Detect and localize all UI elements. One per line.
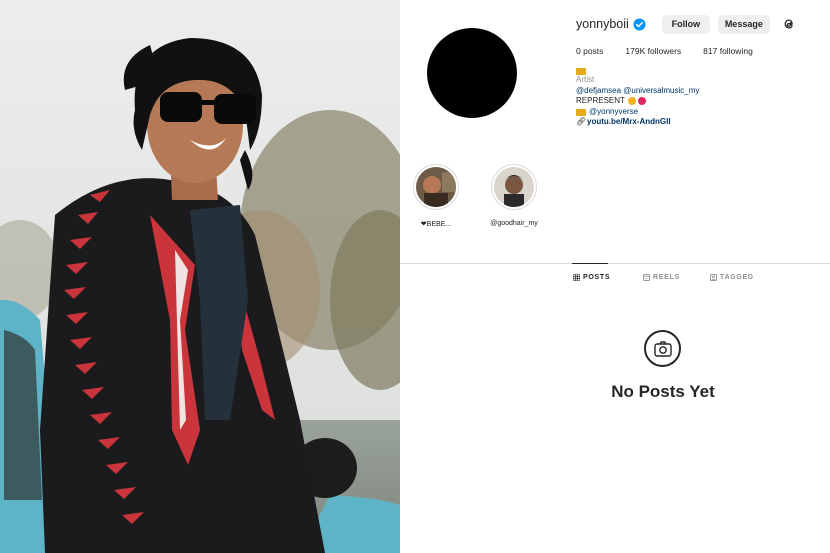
tab-posts[interactable]: POSTS bbox=[573, 274, 610, 281]
followers-count[interactable]: 179K followers bbox=[625, 46, 681, 56]
verified-badge-icon bbox=[633, 17, 646, 31]
empty-state-camera bbox=[644, 330, 681, 367]
story-highlight[interactable]: ❤BEBE... bbox=[413, 164, 459, 228]
highlight-label: ❤BEBE... bbox=[420, 221, 452, 228]
profile-header-row: yonnyboii Follow Message bbox=[576, 14, 796, 34]
tab-reels-label: REELS bbox=[653, 274, 680, 281]
highlight-label: @goodhair_my bbox=[490, 220, 538, 227]
highlight-cover[interactable] bbox=[491, 164, 537, 210]
tagged-icon bbox=[710, 274, 717, 281]
profile-photo bbox=[0, 0, 400, 553]
grid-icon bbox=[573, 274, 580, 281]
message-button[interactable]: Message bbox=[717, 14, 770, 34]
link-icon: 🔗︎ bbox=[576, 117, 587, 127]
profile-stats: 0 posts 179K followers 817 following bbox=[576, 46, 775, 56]
crown-emoji-icon bbox=[576, 108, 586, 116]
bio-represent: REPRESENT bbox=[576, 96, 625, 106]
threads-icon[interactable] bbox=[782, 17, 796, 31]
profile-panel: yonnyboii Follow Message 0 posts 179K fo… bbox=[400, 0, 830, 553]
reels-icon bbox=[643, 274, 650, 281]
follow-button[interactable]: Follow bbox=[661, 14, 710, 34]
heart-emoji-icon bbox=[627, 97, 636, 106]
bio-mentions[interactable]: @defjamsea @universalmusic_my bbox=[576, 86, 699, 97]
camera-icon bbox=[653, 340, 672, 357]
bio-category: Artist bbox=[576, 75, 595, 84]
bio-link[interactable]: youtu.be/Mrx-AndnGII bbox=[587, 117, 671, 128]
active-tab-indicator bbox=[572, 263, 608, 264]
heart-emoji-icon bbox=[637, 97, 646, 106]
tab-tagged-label: TAGGED bbox=[720, 274, 754, 281]
highlight-cover[interactable] bbox=[413, 164, 459, 210]
posts-count: 0 posts bbox=[576, 46, 604, 56]
following-count[interactable]: 817 following bbox=[703, 46, 753, 56]
username: yonnyboii bbox=[576, 17, 629, 31]
story-highlight[interactable]: @goodhair_my bbox=[490, 164, 538, 227]
empty-state-text: No Posts Yet bbox=[611, 382, 715, 401]
tab-reels[interactable]: REELS bbox=[643, 274, 680, 281]
tab-tagged[interactable]: TAGGED bbox=[710, 274, 754, 281]
tab-posts-label: POSTS bbox=[583, 274, 611, 281]
bio-handle[interactable]: @yonnyverse bbox=[589, 107, 638, 118]
profile-bio: Artist @defjamsea @universalmusic_my REP… bbox=[576, 68, 699, 128]
profile-avatar[interactable] bbox=[427, 28, 517, 118]
crown-emoji-icon bbox=[576, 68, 586, 75]
tabs-divider bbox=[400, 263, 830, 264]
